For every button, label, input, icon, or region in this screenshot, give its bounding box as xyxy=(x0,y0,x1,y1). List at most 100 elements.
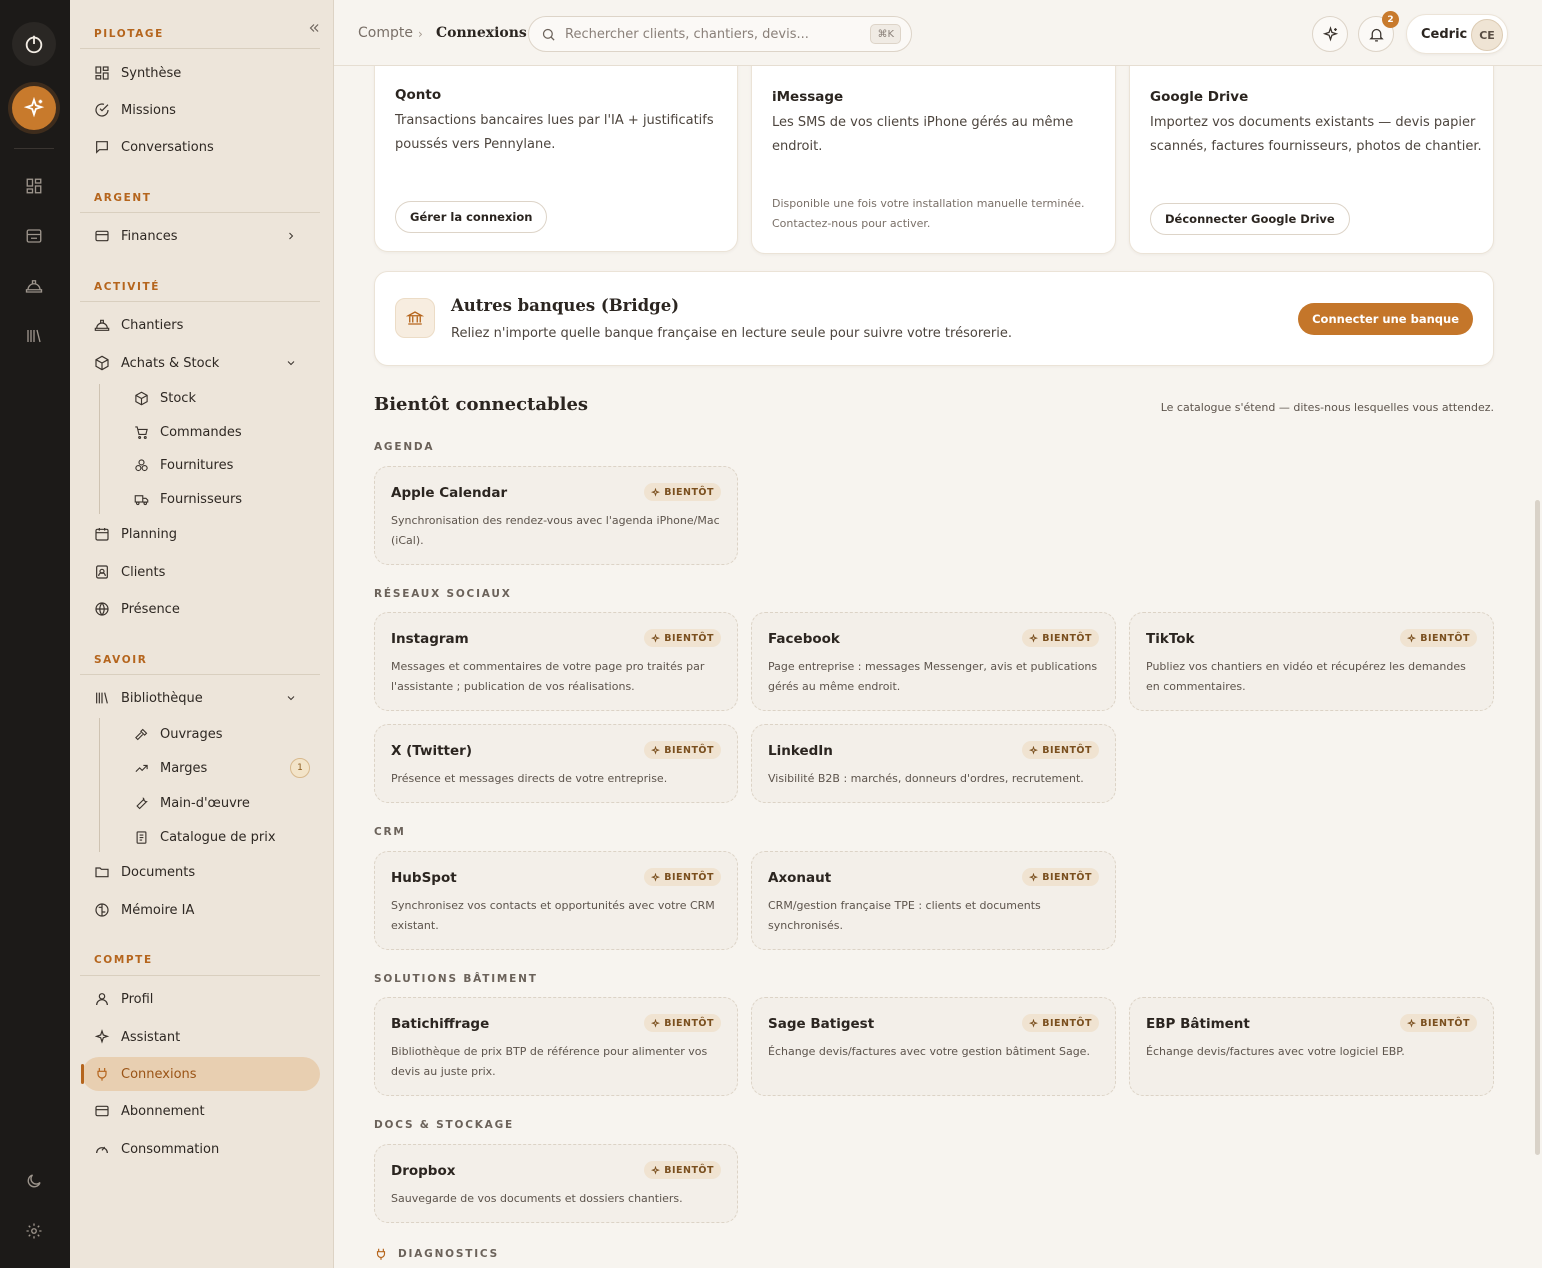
category-crm: CRM xyxy=(374,826,406,838)
nav-label: Catalogue de prix xyxy=(160,829,276,845)
hammer-icon xyxy=(135,728,148,740)
upcoming-card-x-twitter: X (Twitter) BIENTÔT Présence et messages… xyxy=(374,724,738,803)
nav-profil[interactable]: Profil xyxy=(82,982,320,1016)
nav-label: Documents xyxy=(121,864,196,880)
nav-catalogue-prix[interactable]: Catalogue de prix xyxy=(122,822,320,852)
nav-abonnement[interactable]: Abonnement xyxy=(82,1094,320,1128)
nav-memoire-ia[interactable]: Mémoire IA xyxy=(82,893,320,927)
rail-inbox-icon[interactable] xyxy=(22,224,46,248)
card-description: CRM/gestion française TPE : clients et d… xyxy=(768,899,1041,932)
nav-finances[interactable]: Finances xyxy=(82,219,320,253)
nav-marges[interactable]: Marges 1 xyxy=(122,753,320,783)
rail-library-icon[interactable] xyxy=(22,324,46,348)
breadcrumb-current: Connexions xyxy=(436,25,527,41)
section-divider xyxy=(80,48,320,49)
upcoming-note: Le catalogue s'étend — dites-nous lesque… xyxy=(1160,401,1494,414)
price-list-icon xyxy=(136,830,147,844)
section-title-compte: COMPTE xyxy=(94,954,153,966)
notifications-button[interactable]: 2 xyxy=(1358,11,1399,52)
section-title-argent: ARGENT xyxy=(94,192,152,204)
nav-connexions[interactable]: Connexions xyxy=(81,1057,320,1091)
category-docs: DOCS & STOCKAGE xyxy=(374,1119,514,1131)
rail-assistant-icon[interactable] xyxy=(12,86,56,130)
rail-hardhat-icon[interactable] xyxy=(22,274,46,298)
plug-icon xyxy=(97,1068,107,1081)
section-divider xyxy=(80,212,320,213)
upcoming-title: Bientôt connectables xyxy=(374,394,589,415)
search-input[interactable]: Rechercher clients, chantiers, devis... … xyxy=(528,16,912,52)
sparkles-icon xyxy=(651,1165,661,1175)
search-shortcut: ⌘K xyxy=(870,24,901,44)
nav-achats-stock[interactable]: Achats & Stock xyxy=(82,346,320,380)
diagnostics-heading: DIAGNOSTICS xyxy=(374,1247,499,1261)
nav-conversations[interactable]: Conversations xyxy=(82,130,320,164)
nav-main-oeuvre[interactable]: Main-d'œuvre xyxy=(122,788,320,818)
sparkles-icon xyxy=(94,1029,110,1044)
sparkles-icon xyxy=(651,1018,661,1028)
nav-clients[interactable]: Clients xyxy=(82,555,320,589)
bridge-description: Reliez n'importe quelle banque française… xyxy=(451,326,1012,341)
bridge-banks-card: Autres banques (Bridge) Reliez n'importe… xyxy=(374,271,1494,366)
app-logo-icon[interactable] xyxy=(12,22,56,66)
nav-label: Synthèse xyxy=(121,65,182,81)
nav-documents[interactable]: Documents xyxy=(82,855,320,889)
nav-bibliotheque[interactable]: Bibliothèque xyxy=(82,681,320,715)
nav-label: Main-d'œuvre xyxy=(160,795,250,811)
sparkles-icon xyxy=(651,872,661,882)
ai-assistant-button[interactable] xyxy=(1312,16,1348,52)
nav-presence[interactable]: Présence xyxy=(82,592,320,626)
manage-connection-button[interactable]: Gérer la connexion xyxy=(395,201,548,233)
user-menu[interactable]: Cedric CE xyxy=(1406,14,1508,54)
upcoming-card-instagram: Instagram BIENTÔT Messages et commentair… xyxy=(374,612,738,711)
section-divider xyxy=(80,301,320,302)
soon-badge: BIENTÔT xyxy=(1400,1014,1477,1032)
card-title: Qonto xyxy=(395,87,442,103)
nav-label: Fournisseurs xyxy=(160,491,243,507)
section-title-activite: ACTIVITÉ xyxy=(94,281,161,293)
nav-ouvrages[interactable]: Ouvrages xyxy=(122,719,320,749)
nav-synthese[interactable]: Synthèse xyxy=(82,56,320,90)
bridge-title: Autres banques (Bridge) xyxy=(451,296,680,315)
sparkles-icon xyxy=(651,487,661,497)
sparkles-icon xyxy=(1407,633,1417,643)
bank-icon xyxy=(395,298,435,338)
nav-chantiers[interactable]: Chantiers xyxy=(82,308,320,342)
nav-label: Connexions xyxy=(121,1066,197,1082)
chevron-right-icon xyxy=(289,232,294,240)
settings-gear-icon[interactable] xyxy=(22,1219,46,1243)
nav-label: Finances xyxy=(121,228,178,244)
card-description: Les SMS de vos clients iPhone gérés au m… xyxy=(772,115,1074,154)
nav-stock[interactable]: Stock xyxy=(122,383,320,413)
card-title: iMessage xyxy=(772,89,844,105)
nav-label: Consommation xyxy=(121,1141,220,1157)
upcoming-card-tiktok: TikTok BIENTÔT Publiez vos chantiers en … xyxy=(1129,612,1494,711)
scrollbar[interactable] xyxy=(1535,500,1540,1155)
nav-label: Missions xyxy=(121,102,176,118)
nav-consommation[interactable]: Consommation xyxy=(82,1132,320,1166)
sparkles-icon xyxy=(1029,745,1039,755)
disconnect-google-drive-button[interactable]: Déconnecter Google Drive xyxy=(1150,203,1350,235)
nav-fournitures[interactable]: Fournitures xyxy=(122,450,320,480)
upcoming-card-dropbox: Dropbox BIENTÔT Sauvegarde de vos docume… xyxy=(374,1144,738,1223)
dark-mode-icon[interactable] xyxy=(22,1169,46,1193)
nav-label: Commandes xyxy=(160,424,242,440)
card-description: Messages et commentaires de votre page p… xyxy=(391,660,705,693)
card-title: Axonaut xyxy=(768,870,832,886)
nav-missions[interactable]: Missions xyxy=(82,93,320,127)
card-description: Présence et messages directs de votre en… xyxy=(391,772,668,785)
nav-commandes[interactable]: Commandes xyxy=(122,417,320,447)
sparkles-icon xyxy=(1029,633,1039,643)
cart-icon xyxy=(135,425,148,439)
breadcrumb-root[interactable]: Compte xyxy=(358,25,413,41)
rail-dashboard-icon[interactable] xyxy=(22,174,46,198)
soon-badge: BIENTÔT xyxy=(644,741,721,759)
connect-bank-button[interactable]: Connecter une banque xyxy=(1298,303,1473,335)
category-social: RÉSEAUX SOCIAUX xyxy=(374,588,512,600)
nav-fournisseurs[interactable]: Fournisseurs xyxy=(122,484,320,514)
nav-planning[interactable]: Planning xyxy=(82,517,320,551)
card-description: Importez vos documents existants — devis… xyxy=(1150,115,1482,154)
category-agenda: AGENDA xyxy=(374,441,435,453)
wallet-icon xyxy=(95,230,109,242)
nav-assistant[interactable]: Assistant xyxy=(82,1020,320,1054)
collapse-sidebar-icon[interactable] xyxy=(304,18,324,38)
